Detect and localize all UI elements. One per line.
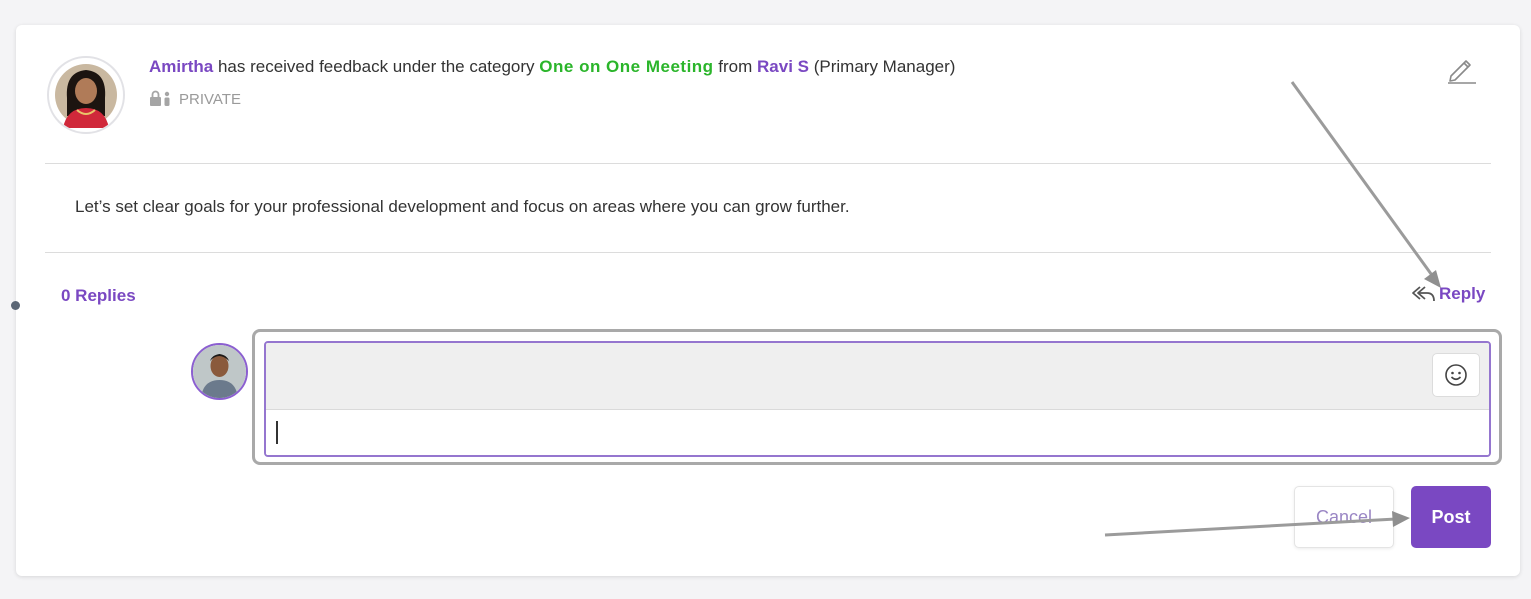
reply-input[interactable] — [266, 410, 1489, 455]
visibility-label: PRIVATE — [179, 90, 241, 108]
smiley-icon — [1445, 364, 1467, 386]
pencil-icon[interactable] — [1445, 54, 1477, 84]
recipient-name[interactable]: Amirtha — [149, 57, 213, 76]
reply-arrow-icon — [1412, 286, 1435, 302]
text-caret — [276, 421, 278, 444]
feedback-message: Let’s set clear goals for your professio… — [75, 197, 850, 216]
feedback-header: Amirtha has received feedback under the … — [149, 57, 955, 77]
emoji-button[interactable] — [1432, 353, 1480, 397]
reply-editor — [264, 341, 1491, 457]
recipient-avatar — [47, 56, 125, 134]
cancel-button[interactable]: Cancel — [1294, 486, 1394, 548]
current-user-avatar — [191, 343, 248, 400]
divider — [45, 163, 1491, 164]
divider — [45, 252, 1491, 253]
header-phrase-received: has received feedback under the category — [213, 57, 540, 76]
editor-toolbar — [266, 343, 1489, 410]
giver-role: (Primary Manager) — [809, 57, 956, 76]
header-phrase-from: from — [713, 57, 758, 76]
bullet-dot — [11, 301, 20, 310]
giver-name[interactable]: Ravi S — [757, 57, 809, 76]
visibility-badge: PRIVATE — [149, 90, 241, 108]
feedback-category: One on One Meeting — [539, 57, 714, 76]
reply-button[interactable]: Reply — [1410, 284, 1485, 304]
post-button[interactable]: Post — [1411, 486, 1491, 548]
lock-users-icon — [150, 90, 170, 106]
replies-count[interactable]: 0 Replies — [61, 286, 136, 306]
reply-label: Reply — [1439, 284, 1486, 303]
